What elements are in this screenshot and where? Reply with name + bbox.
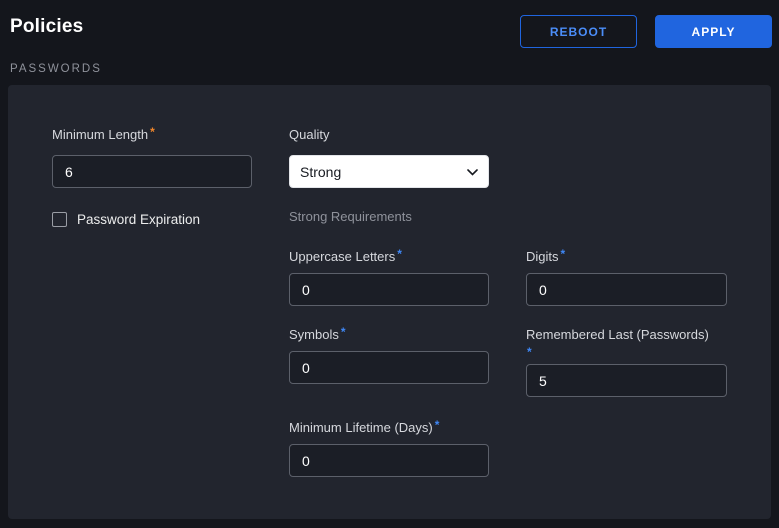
required-mark-icon: * — [397, 249, 402, 259]
uppercase-letters-input[interactable] — [289, 273, 489, 306]
required-mark-icon: * — [527, 347, 731, 357]
remembered-last-label-text: Remembered Last (Passwords) — [526, 327, 709, 342]
minimum-length-label: Minimum Length* — [52, 127, 155, 143]
passwords-panel: Minimum Length* Quality Strong Password … — [8, 85, 771, 519]
passwords-section-label: PASSWORDS — [10, 63, 102, 75]
required-mark-icon: * — [435, 420, 440, 430]
required-mark-icon: * — [150, 127, 155, 137]
symbols-label-text: Symbols — [289, 327, 339, 342]
remembered-last-input[interactable] — [526, 364, 727, 397]
digits-label-text: Digits — [526, 249, 559, 264]
digits-input[interactable] — [526, 273, 727, 306]
password-expiration-row[interactable]: Password Expiration — [52, 212, 200, 227]
page-title: Policies — [10, 16, 83, 38]
quality-label-text: Quality — [289, 127, 329, 142]
required-mark-icon: * — [341, 327, 346, 337]
reboot-button[interactable]: REBOOT — [520, 15, 637, 48]
policies-screen: Policies REBOOT APPLY PASSWORDS Minimum … — [0, 0, 779, 528]
symbols-label: Symbols* — [289, 327, 346, 343]
uppercase-letters-label: Uppercase Letters* — [289, 249, 402, 265]
password-expiration-checkbox[interactable] — [52, 212, 67, 227]
minimum-lifetime-label-text: Minimum Lifetime (Days) — [289, 420, 433, 435]
quality-select[interactable]: Strong — [289, 155, 489, 188]
remembered-last-label: Remembered Last (Passwords) * — [526, 327, 731, 357]
minimum-lifetime-label: Minimum Lifetime (Days)* — [289, 420, 439, 436]
symbols-input[interactable] — [289, 351, 489, 384]
minimum-length-label-text: Minimum Length — [52, 127, 148, 142]
required-mark-icon: * — [561, 249, 566, 259]
password-expiration-label: Password Expiration — [77, 212, 200, 227]
quality-label: Quality — [289, 127, 329, 143]
minimum-lifetime-input[interactable] — [289, 444, 489, 477]
digits-label: Digits* — [526, 249, 565, 265]
quality-select-wrap: Strong — [289, 155, 489, 188]
uppercase-letters-label-text: Uppercase Letters — [289, 249, 395, 264]
minimum-length-input[interactable] — [52, 155, 252, 188]
strong-requirements-label: Strong Requirements — [289, 209, 412, 224]
apply-button[interactable]: APPLY — [655, 15, 772, 48]
